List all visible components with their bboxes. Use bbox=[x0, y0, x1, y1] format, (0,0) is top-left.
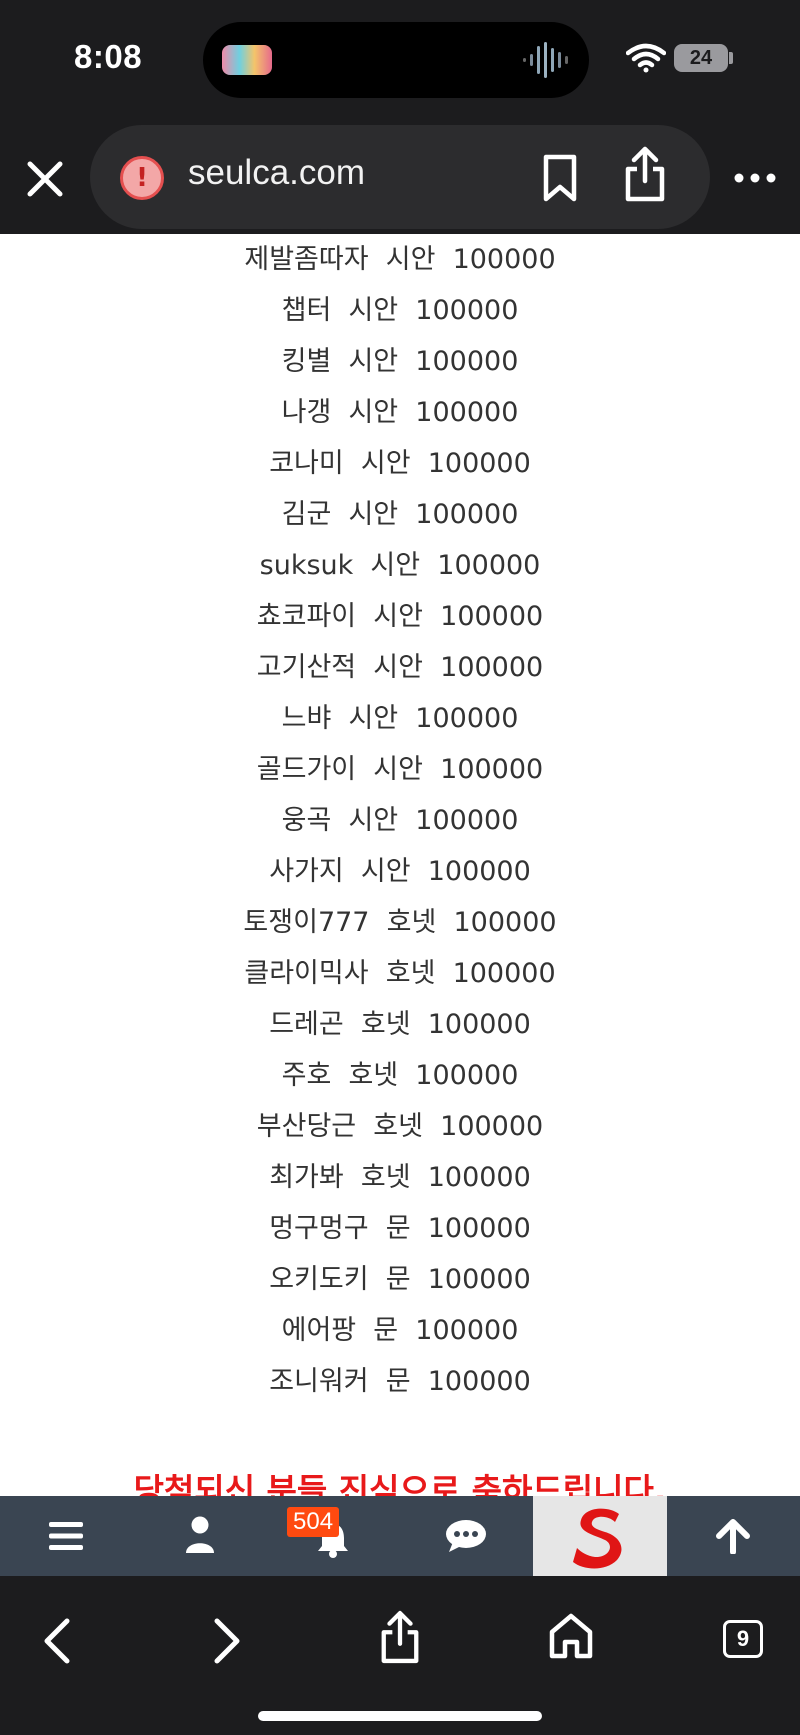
battery-nub bbox=[729, 52, 733, 64]
winner-row: 김군 시안 100000 bbox=[281, 499, 519, 530]
winner-row: suksuk 시안 100000 bbox=[259, 550, 541, 581]
address-bar[interactable]: ! seulca.com bbox=[90, 125, 710, 229]
user-icon bbox=[186, 1516, 214, 1553]
back-icon[interactable] bbox=[42, 1618, 72, 1664]
more-options-icon[interactable] bbox=[732, 163, 778, 193]
dynamic-island bbox=[203, 22, 589, 98]
winner-row: 제발좀따자 시안 100000 bbox=[244, 244, 556, 275]
now-playing-thumbnail bbox=[222, 45, 272, 75]
winner-list: 제발좀따자 시안 100000 챕터 시안 100000 킹별 시안 10000… bbox=[0, 234, 800, 1407]
home-indicator bbox=[258, 1711, 542, 1721]
notification-count-badge: 504 bbox=[287, 1507, 340, 1537]
close-icon[interactable] bbox=[22, 156, 68, 202]
chat-icon bbox=[446, 1520, 486, 1552]
menu-button[interactable] bbox=[0, 1496, 133, 1576]
site-bottom-nav bbox=[0, 1496, 800, 1576]
winner-row: 코나미 시안 100000 bbox=[269, 448, 531, 479]
winner-row: 드레곤 호넷 100000 bbox=[269, 1009, 531, 1040]
wifi-icon bbox=[626, 43, 666, 73]
url-text[interactable]: seulca.com bbox=[188, 153, 365, 193]
site-logo-button[interactable] bbox=[533, 1496, 667, 1576]
winner-row: 웅곡 시안 100000 bbox=[281, 805, 519, 836]
winner-row: 챕터 시안 100000 bbox=[281, 295, 519, 326]
share-icon[interactable] bbox=[622, 145, 668, 203]
winner-row: 멍구멍구 문 100000 bbox=[269, 1213, 531, 1244]
battery-indicator: 24 bbox=[674, 44, 728, 72]
winner-row: 쵸코파이 시안 100000 bbox=[256, 601, 544, 632]
chat-button[interactable] bbox=[399, 1496, 533, 1576]
winner-row: 주호 호넷 100000 bbox=[281, 1060, 519, 1091]
tabs-button[interactable]: 9 bbox=[723, 1620, 763, 1658]
user-button[interactable] bbox=[133, 1496, 266, 1576]
winner-row: 조니워커 문 100000 bbox=[269, 1366, 531, 1397]
winner-row: 고기산적 시안 100000 bbox=[256, 652, 544, 683]
page-content: 제발좀따자 시안 100000 챕터 시안 100000 킹별 시안 10000… bbox=[0, 234, 800, 1496]
winner-row: 에어팡 문 100000 bbox=[281, 1315, 519, 1346]
not-secure-warning-icon[interactable]: ! bbox=[120, 156, 164, 200]
winner-row: 사가지 시안 100000 bbox=[269, 856, 531, 887]
winner-row: 오키도키 문 100000 bbox=[269, 1264, 531, 1295]
status-time: 8:08 bbox=[74, 38, 143, 75]
site-logo bbox=[573, 1508, 622, 1569]
winner-row: 킹별 시안 100000 bbox=[281, 346, 519, 377]
arrow-up-icon bbox=[716, 1519, 750, 1554]
share-icon[interactable] bbox=[378, 1608, 422, 1666]
browser-toolbar: 9 bbox=[0, 1576, 800, 1735]
home-icon[interactable] bbox=[548, 1612, 594, 1660]
winner-row: 느뱌 시안 100000 bbox=[281, 703, 519, 734]
menu-icon bbox=[49, 1522, 83, 1550]
winner-row: 토쟁이777 호넷 100000 bbox=[243, 907, 557, 938]
forward-icon[interactable] bbox=[212, 1618, 242, 1664]
audio-wave-icon bbox=[523, 42, 568, 78]
status-bar: 8:08 24 bbox=[0, 0, 800, 118]
winner-row: 나갱 시안 100000 bbox=[281, 397, 519, 428]
browser-address-row: ! seulca.com bbox=[0, 118, 800, 234]
winner-row: 최가봐 호넷 100000 bbox=[269, 1162, 531, 1193]
winner-row: 골드가이 시안 100000 bbox=[256, 754, 544, 785]
congratulations-message: 당첨되신 분들 진심으로 축하드립니다. bbox=[133, 1471, 667, 1496]
winner-row: 클라이믹사 호넷 100000 bbox=[244, 958, 556, 989]
winner-row: 부산당근 호넷 100000 bbox=[256, 1111, 544, 1142]
bookmark-icon[interactable] bbox=[538, 153, 582, 203]
battery-level: 24 bbox=[689, 47, 713, 69]
scroll-top-button[interactable] bbox=[667, 1496, 800, 1576]
